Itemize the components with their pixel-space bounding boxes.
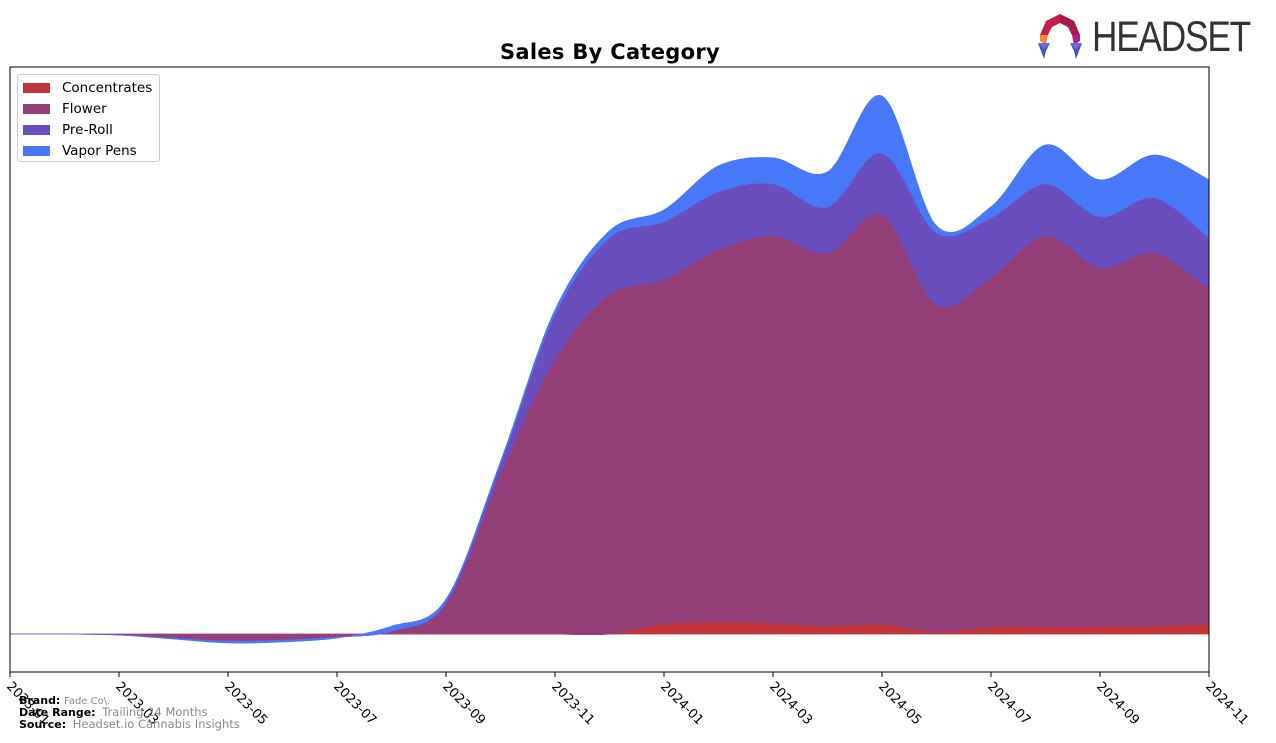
x-tick-label: 2024-11 xyxy=(1202,679,1251,728)
area-layers xyxy=(9,95,1210,644)
legend-swatch xyxy=(23,104,50,114)
footer-source-label: Source: xyxy=(19,718,67,731)
legend-item-pre-roll: Pre-Roll xyxy=(23,121,113,139)
legend-item-vapor-pens: Vapor Pens xyxy=(23,142,137,160)
x-tick-label: 2023-11 xyxy=(548,679,597,728)
headset-logo-icon xyxy=(1038,14,1082,59)
x-tick-label: 2024-09 xyxy=(1093,679,1142,728)
chart-plot: 2023-01 2023-03 2023-05 2023-07 2023-09 2023-… xyxy=(3,66,1251,728)
footer-source: Source: Headset.io Cannabis Insights xyxy=(19,718,240,731)
legend-swatch xyxy=(23,146,50,156)
headset-logo-text: HEADSET xyxy=(1092,13,1251,61)
legend-label: Pre-Roll xyxy=(62,122,113,138)
legend-label: Concentrates xyxy=(62,80,153,96)
x-tick-label: 2024-07 xyxy=(984,679,1033,728)
legend-label: Flower xyxy=(62,101,107,117)
legend-swatch xyxy=(23,83,50,93)
legend-item-flower: Flower xyxy=(23,100,107,118)
footer-source-value: Headset.io Cannabis Insights xyxy=(72,717,240,731)
legend-item-concentrates: Concentrates xyxy=(23,79,152,97)
x-tick-label: 2023-07 xyxy=(330,679,379,728)
x-tick-label: 2024-05 xyxy=(875,679,924,728)
x-tick-label: 2024-01 xyxy=(657,679,706,728)
x-tick-label: 2024-03 xyxy=(766,679,815,728)
headset-logo: HEADSET xyxy=(1036,13,1266,61)
legend-swatch xyxy=(23,125,50,135)
chart-legend: Concentrates Flower Pre-Roll Vapor Pens xyxy=(17,74,160,162)
legend-label: Vapor Pens xyxy=(62,143,137,159)
x-tick-label: 2023-09 xyxy=(439,679,488,728)
